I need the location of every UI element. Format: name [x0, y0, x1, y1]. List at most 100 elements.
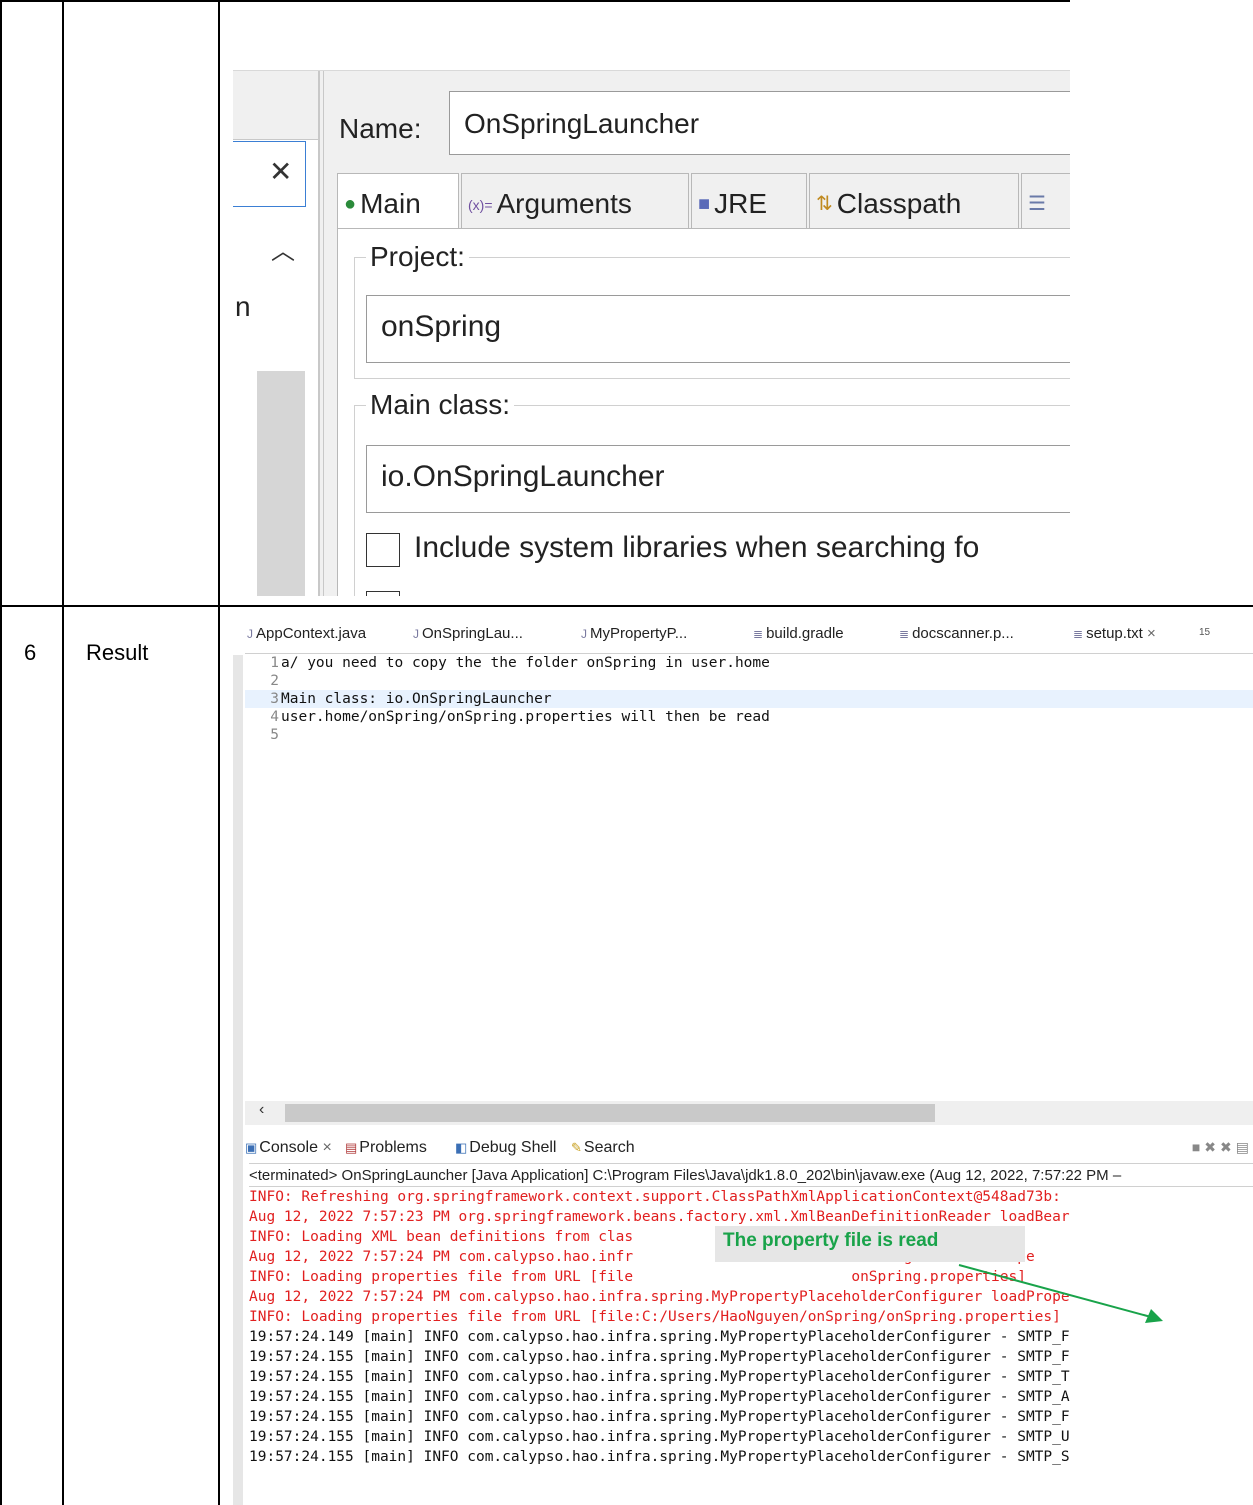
name-input[interactable]: OnSpringLauncher: [449, 91, 1070, 155]
console-line: 19:57:24.155 [main] INFO com.calypso.hao…: [249, 1429, 1070, 1445]
console-process-info: <terminated> OnSpringLauncher [Java Appl…: [249, 1163, 1253, 1187]
second-checkbox-partial[interactable]: [366, 591, 400, 596]
close-icon[interactable]: ✕: [269, 155, 292, 188]
table-row-divider: [0, 605, 1253, 607]
tab-main[interactable]: ● Main: [337, 173, 459, 229]
name-label: Name:: [339, 113, 422, 144]
text-file-icon: ≣: [753, 627, 764, 641]
include-system-libraries-checkbox[interactable]: [366, 533, 400, 567]
tab-problems[interactable]: ▤ Problems: [345, 1139, 427, 1157]
problems-icon: ▤: [345, 1140, 358, 1155]
tab-debug-shell[interactable]: ◧ Debug Shell: [455, 1139, 556, 1157]
editor-tab-label: docscanner.p...: [912, 625, 1014, 642]
table-border-top: [0, 0, 1070, 2]
main-tab-panel: Project: onSpring Main class: io.OnSprin…: [337, 228, 1070, 596]
source-icon: ☰: [1028, 193, 1046, 215]
search-icon: ✎: [571, 1140, 582, 1155]
editor-line: 2: [270, 673, 279, 689]
editor-tab-onspringlauncher[interactable]: J OnSpringLau...: [413, 625, 523, 651]
table-border-left: [0, 0, 2, 1505]
main-class-input[interactable]: io.OnSpringLauncher: [366, 445, 1070, 513]
config-tabs: ● Main (x)= Arguments ■ JRE ⇅ Classpath ☰: [337, 173, 1070, 229]
console-line: Aug 12, 2022 7:57:23 PM org.springframew…: [249, 1209, 1070, 1225]
tab-arguments[interactable]: (x)= Arguments: [461, 173, 689, 229]
console-line: Aug 12, 2022 7:57:24 PM com.calypso.hao.…: [249, 1289, 1070, 1305]
console-line: INFO: Loading properties file from URL […: [249, 1269, 1026, 1285]
config-list-item-text: n: [235, 291, 251, 322]
console-line: 19:57:24.149 [main] INFO com.calypso.hao…: [249, 1329, 1070, 1345]
editor-line: 1 a/ you need to copy the the folder onSp…: [270, 655, 770, 671]
row-number: 6: [24, 640, 37, 665]
editor-line: 5: [270, 727, 279, 743]
tab-classpath[interactable]: ⇅ Classpath: [809, 173, 1019, 229]
editor-tab-label: OnSpringLau...: [422, 625, 523, 642]
editor-line-current: 3 Main class: io.OnSpringLauncher: [245, 690, 1253, 708]
editor-tab-label: MyPropertyP...: [590, 625, 688, 642]
panel-divider-inner: [323, 71, 324, 596]
console-line: INFO: Loading properties file from URL […: [249, 1309, 1061, 1325]
annotation-callout-text: The property file is read: [723, 1230, 939, 1251]
text-file-icon: ≣: [1073, 627, 1084, 641]
tab-search[interactable]: ✎ Search: [571, 1139, 635, 1157]
editor-tab-build-gradle[interactable]: ≣ build.gradle: [753, 625, 844, 651]
panel-divider: [318, 71, 320, 596]
java-file-icon: J: [247, 627, 253, 641]
tab-jre-label: JRE: [714, 188, 767, 219]
tab-arguments-label: Arguments: [496, 188, 632, 219]
tab-classpath-label: Classpath: [836, 188, 962, 219]
project-input[interactable]: onSpring: [366, 295, 1070, 363]
editor-tab-mypropertyp[interactable]: J MyPropertyP...: [581, 625, 687, 651]
debug-shell-icon: ◧: [455, 1140, 468, 1155]
editor-tab-appcontext[interactable]: J AppContext.java: [247, 625, 366, 651]
tab-console[interactable]: ▣ Console ×: [245, 1139, 332, 1157]
editor-tab-label: setup.txt: [1086, 625, 1143, 642]
tab-source-partial[interactable]: ☰: [1021, 173, 1070, 229]
console-line: INFO: Refreshing org.springframework.con…: [249, 1189, 1061, 1205]
row-label: Result: [86, 640, 149, 665]
text-editor[interactable]: 1 a/ you need to copy the the folder onSp…: [245, 653, 1253, 1084]
console-line: 19:57:24.155 [main] INFO com.calypso.hao…: [249, 1409, 1070, 1425]
editor-horizontal-scrollbar[interactable]: ‹: [245, 1101, 1253, 1125]
scrollbar-thumb[interactable]: [285, 1104, 935, 1122]
include-system-libraries-label: Include system libraries when searching …: [414, 531, 980, 564]
scroll-lock-icon[interactable]: ▤: [1236, 1139, 1253, 1155]
ide-window: J AppContext.java J OnSpringLau... J MyProp…: [233, 625, 1253, 1505]
console-line: 19:57:24.155 [main] INFO com.calypso.hao…: [249, 1389, 1070, 1405]
chevron-left-icon[interactable]: ‹: [259, 1101, 264, 1119]
remove-all-icon[interactable]: ✖: [1220, 1139, 1236, 1155]
editor-tab-overflow-count[interactable]: 15: [1199, 627, 1210, 653]
tab-jre[interactable]: ■ JRE: [691, 173, 807, 229]
editor-tab-docscanner[interactable]: ≣ docscanner.p...: [899, 625, 1014, 651]
classpath-icon: ⇅: [816, 193, 833, 215]
left-edge-strip: [233, 655, 243, 1505]
chevron-up-icon[interactable]: ︿: [271, 231, 295, 266]
config-list-scrollbar[interactable]: [257, 371, 305, 596]
project-label: Project:: [366, 241, 469, 273]
editor-tab-label: AppContext.java: [256, 625, 367, 642]
main-tab-icon: ●: [344, 193, 357, 215]
console-view-tabs: ▣ Console × ▤ Problems ◧ Debug Shell ✎ Searc…: [245, 1135, 1253, 1165]
java-file-icon: J: [413, 627, 419, 641]
java-file-icon: J: [581, 627, 587, 641]
close-icon[interactable]: ×: [322, 1139, 331, 1156]
tab-main-label: Main: [360, 188, 421, 219]
library-icon: ■: [698, 193, 711, 215]
console-icon: ▣: [245, 1140, 258, 1155]
console-line: 19:57:24.155 [main] INFO com.calypso.hao…: [249, 1369, 1070, 1385]
console-toolbar[interactable]: ■✖✖▤: [1192, 1139, 1253, 1156]
editor-line: 4 user.home/onSpring/onSpring.properties …: [270, 709, 770, 725]
text-file-icon: ≣: [899, 627, 910, 641]
editor-tab-label: build.gradle: [766, 625, 844, 642]
config-list-toolbar: [233, 71, 318, 140]
launch-config-dialog: ✕ ︿ n Name: OnSpringLauncher ● Main (x)= A…: [233, 70, 1070, 596]
table-border-col1: [62, 0, 64, 1505]
remove-launch-icon[interactable]: ✖: [1204, 1139, 1220, 1155]
terminate-icon[interactable]: ■: [1192, 1139, 1204, 1155]
editor-tab-setup-txt[interactable]: ≣ setup.txt ×: [1073, 625, 1156, 651]
console-line: 19:57:24.155 [main] INFO com.calypso.hao…: [249, 1449, 1070, 1465]
table-border-col2: [218, 0, 220, 1505]
console-line: 19:57:24.155 [main] INFO com.calypso.hao…: [249, 1349, 1070, 1365]
variables-icon: (x)=: [468, 197, 493, 213]
main-class-label: Main class:: [366, 389, 515, 421]
close-icon[interactable]: ×: [1147, 625, 1156, 642]
